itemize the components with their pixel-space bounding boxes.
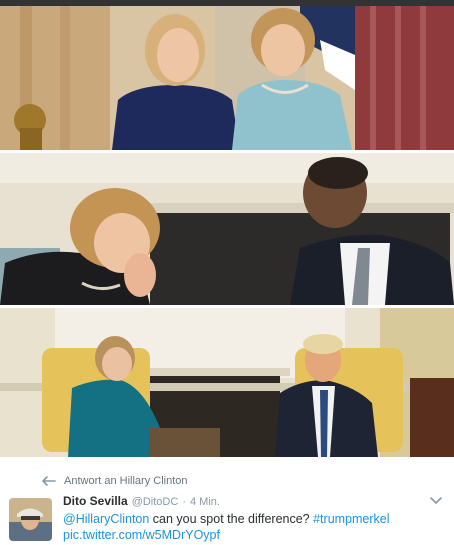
timestamp[interactable]: 4 Min. <box>190 496 220 508</box>
tweet-text-body: can you spot the difference? <box>149 512 314 526</box>
chevron-down-icon[interactable] <box>430 497 442 505</box>
hashtag-link[interactable]: #trumpmerkel <box>313 512 389 526</box>
author-name[interactable]: Dito Sevilla <box>63 494 128 508</box>
photo-merkel-trump[interactable] <box>0 308 454 457</box>
meta-separator: · <box>182 496 186 508</box>
tweet-header: Dito Sevilla @DitoDC · 4 Min. <box>63 494 220 508</box>
reply-to-label: Antwort an Hillary Clinton <box>64 475 188 487</box>
tweet-text: @HillaryClinton can you spot the differe… <box>63 511 423 543</box>
photo-clinton-merkel[interactable] <box>0 0 454 150</box>
reply-arrow-icon <box>42 476 56 486</box>
mention-link[interactable]: @HillaryClinton <box>63 512 149 526</box>
photo-collage[interactable] <box>0 0 454 457</box>
author-handle[interactable]: @DitoDC <box>132 496 179 508</box>
avatar[interactable] <box>9 498 52 541</box>
media-link[interactable]: pic.twitter.com/w5MDrYOypf <box>63 528 220 542</box>
reply-context[interactable]: Antwort an Hillary Clinton <box>42 475 188 487</box>
tweet-card[interactable]: Antwort an Hillary Clinton Dito Sevilla … <box>0 457 454 545</box>
photo-merkel-obama[interactable] <box>0 153 454 305</box>
